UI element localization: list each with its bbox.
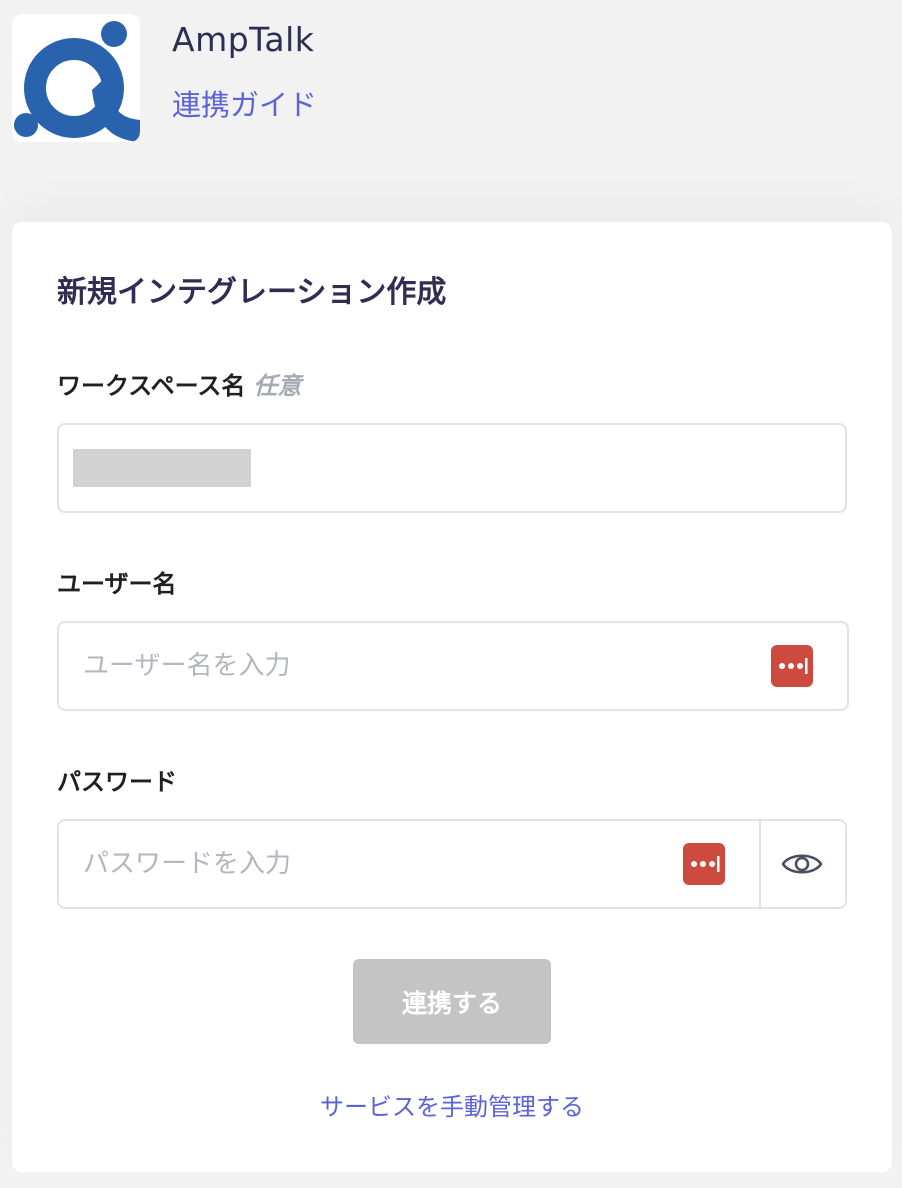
show-password-button[interactable] [759, 821, 845, 907]
password-field-box [57, 819, 847, 909]
username-label: ユーザー名 [57, 570, 177, 598]
amptalk-logo [12, 14, 140, 142]
integration-form-card: 新規インテグレーション作成 ワークスペース名任意 ユーザー名 パスワード [12, 222, 892, 1172]
password-manager-icon[interactable] [771, 645, 813, 687]
app-header: AmpTalk 連携ガイド [0, 0, 902, 160]
password-input[interactable] [83, 821, 663, 907]
manage-service-manually-link[interactable]: サービスを手動管理する [12, 1090, 892, 1124]
username-field-box [57, 621, 849, 711]
eye-icon [781, 854, 823, 874]
password-label: パスワード [57, 768, 177, 796]
form-title: 新規インテグレーション作成 [57, 275, 447, 310]
workspace-name-label-text: ワークスペース名 [57, 372, 246, 400]
username-input[interactable] [83, 623, 723, 709]
password-manager-icon[interactable] [683, 843, 725, 885]
redacted-workspace-value [73, 449, 251, 487]
optional-tag: 任意 [253, 372, 302, 400]
integration-guide-link[interactable]: 連携ガイド [172, 86, 317, 124]
connect-button[interactable]: 連携する [353, 959, 551, 1044]
app-name: AmpTalk [172, 20, 315, 59]
workspace-name-field[interactable] [57, 423, 847, 513]
workspace-name-label: ワークスペース名 任意 [57, 369, 301, 403]
